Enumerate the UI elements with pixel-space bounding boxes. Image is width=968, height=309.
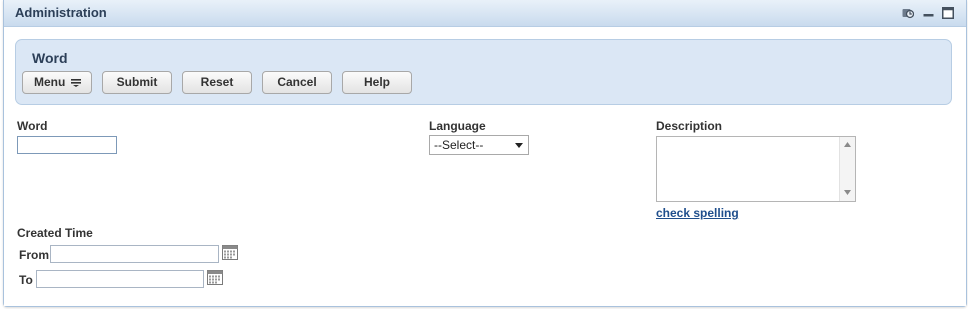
- submit-button[interactable]: Submit: [102, 71, 172, 94]
- menu-button[interactable]: Menu: [22, 71, 92, 94]
- window-content: Word Menu Submit Reset Cancel Help Word …: [4, 27, 966, 306]
- calendar-icon[interactable]: [222, 245, 238, 260]
- form-title: Word: [32, 50, 68, 66]
- to-date-input[interactable]: [36, 270, 204, 288]
- reset-button[interactable]: Reset: [182, 71, 252, 94]
- refresh-icon[interactable]: [902, 7, 914, 19]
- description-scrollbar[interactable]: [839, 137, 855, 201]
- administration-window: Administration Word Menu Submit Reset Ca…: [3, 0, 967, 307]
- cancel-button[interactable]: Cancel: [262, 71, 332, 94]
- from-label: From: [19, 248, 49, 262]
- language-label: Language: [429, 119, 486, 133]
- window-titlebar: Administration: [4, 0, 966, 27]
- help-button[interactable]: Help: [342, 71, 412, 94]
- calendar-icon[interactable]: [207, 270, 223, 285]
- minimize-icon[interactable]: [923, 7, 934, 19]
- description-label: Description: [656, 119, 723, 133]
- to-label: To: [19, 273, 33, 287]
- dropdown-arrow-icon: [515, 143, 523, 148]
- description-textarea[interactable]: [656, 136, 856, 202]
- word-label: Word: [17, 119, 48, 133]
- window-title: Administration: [15, 5, 107, 20]
- scroll-up-icon[interactable]: [844, 142, 851, 147]
- form-header-panel: Word Menu Submit Reset Cancel Help: [15, 39, 952, 105]
- language-select[interactable]: --Select--: [429, 135, 529, 155]
- from-date-input[interactable]: [50, 245, 219, 263]
- scroll-down-icon[interactable]: [844, 190, 851, 195]
- menu-button-label: Menu: [34, 75, 66, 89]
- check-spelling-link[interactable]: check spelling: [656, 206, 739, 220]
- word-input[interactable]: [17, 136, 117, 154]
- menu-list-icon: [71, 79, 81, 87]
- created-time-label: Created Time: [17, 226, 93, 240]
- maximize-icon[interactable]: [942, 7, 954, 19]
- language-selected-value: --Select--: [434, 138, 484, 152]
